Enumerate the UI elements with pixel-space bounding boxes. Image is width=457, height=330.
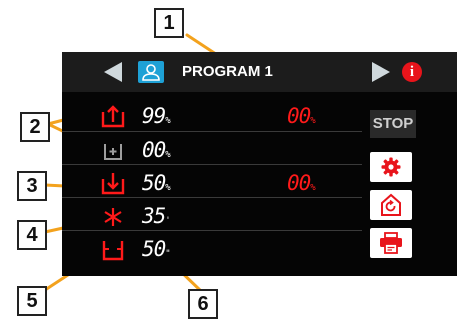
row-divider xyxy=(62,131,362,132)
row-divider xyxy=(62,164,362,165)
plus-value: 00% xyxy=(142,138,171,162)
settings-button[interactable] xyxy=(370,152,412,182)
callout-5: 5 xyxy=(17,286,47,316)
callout-1: 1 xyxy=(154,8,184,38)
row-divider xyxy=(62,197,362,198)
fill-target-value: 00% xyxy=(287,104,316,128)
callout-6: 6 xyxy=(188,289,218,319)
tank-value: 50" xyxy=(142,237,171,261)
printer-icon xyxy=(380,232,402,254)
program-title: PROGRAM 1 xyxy=(182,63,273,80)
stop-button[interactable]: STOP xyxy=(370,110,416,138)
next-program-arrow-icon[interactable] xyxy=(372,62,390,82)
drain-down-icon xyxy=(101,173,125,195)
callout-2: 2 xyxy=(20,112,50,142)
drain-value: 50% xyxy=(142,171,171,195)
gear-icon xyxy=(381,157,401,177)
previous-program-arrow-icon[interactable] xyxy=(104,62,122,82)
row-divider xyxy=(62,230,362,231)
print-button[interactable] xyxy=(370,228,412,258)
plus-tank-icon xyxy=(104,144,122,160)
cycle-house-icon xyxy=(381,193,401,216)
cycle-button[interactable] xyxy=(370,190,412,220)
user-icon[interactable] xyxy=(138,61,164,83)
control-screen: PROGRAM 1 i 99% 00% 00% 50% 00% 35' 50" … xyxy=(62,52,457,276)
fill-up-icon xyxy=(101,105,125,128)
fill-value: 99% xyxy=(142,104,171,128)
callout-4: 4 xyxy=(17,220,47,250)
header-bar: PROGRAM 1 i xyxy=(62,52,457,92)
cool-star-icon xyxy=(104,208,122,226)
drain-target-value: 00% xyxy=(287,171,316,195)
tank-icon xyxy=(102,241,124,261)
callout-3: 3 xyxy=(17,171,47,201)
info-icon[interactable]: i xyxy=(402,62,422,82)
cool-value: 35' xyxy=(142,204,171,228)
